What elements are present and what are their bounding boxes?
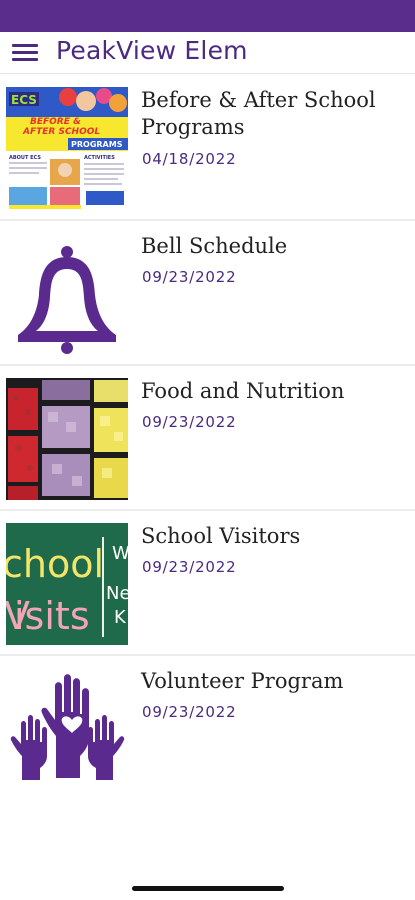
flyer-line1: BEFORE &: [30, 117, 81, 127]
flyer-badge: ECS: [11, 93, 37, 107]
chalk-side3: K: [114, 607, 127, 628]
svg-text:V: V: [6, 594, 30, 638]
item-date: 09/23/2022: [142, 268, 237, 286]
flyer-thumbnail: ECS BEFORE & AFTER SCHOOL PROGRAMS ABOUT…: [6, 87, 128, 209]
app-title: PeakView Elem: [56, 36, 248, 65]
fruit-trays-photo: [6, 378, 128, 500]
bell-icon: [6, 233, 128, 355]
chalk-side2: Ne: [106, 583, 128, 604]
chalk-side1: W: [112, 543, 128, 564]
chalkboard-thumbnail: chool isits V W Ne K: [6, 523, 128, 645]
content-list: ECS BEFORE & AFTER SCHOOL PROGRAMS ABOUT…: [0, 75, 415, 786]
list-item-school-visitors[interactable]: chool isits V W Ne K School Visitors 09/…: [0, 511, 415, 656]
home-indicator[interactable]: [132, 886, 284, 891]
app-header: PeakView Elem: [0, 32, 415, 74]
status-bar: [0, 0, 415, 32]
flyer-left-heading: ABOUT ECS: [9, 155, 41, 161]
item-title: School Visitors: [141, 524, 301, 548]
flyer-line2: AFTER SCHOOL: [22, 127, 100, 137]
hamburger-menu-icon[interactable]: [10, 41, 40, 65]
item-date: 09/23/2022: [142, 558, 237, 576]
item-date: 09/23/2022: [142, 413, 237, 431]
item-title: Before & After School Programs: [141, 88, 376, 139]
item-title: Bell Schedule: [141, 234, 288, 258]
list-item-food-nutrition[interactable]: Food and Nutrition 09/23/2022: [0, 366, 415, 511]
list-item-volunteer-program[interactable]: Volunteer Program 09/23/2022: [0, 656, 415, 786]
list-item-bell-schedule[interactable]: Bell Schedule 09/23/2022: [0, 221, 415, 366]
flyer-banner: PROGRAMS: [71, 140, 123, 149]
item-date: 04/18/2022: [142, 150, 237, 168]
item-title: Food and Nutrition: [141, 379, 345, 403]
item-title: Volunteer Program: [141, 669, 344, 693]
chalk-line1: chool: [6, 542, 104, 586]
flyer-right-heading: ACTIVITIES: [84, 155, 115, 161]
list-item-before-after-school[interactable]: ECS BEFORE & AFTER SCHOOL PROGRAMS ABOUT…: [0, 75, 415, 221]
item-date: 09/23/2022: [142, 703, 237, 721]
raised-hands-heart-icon: [6, 668, 128, 790]
